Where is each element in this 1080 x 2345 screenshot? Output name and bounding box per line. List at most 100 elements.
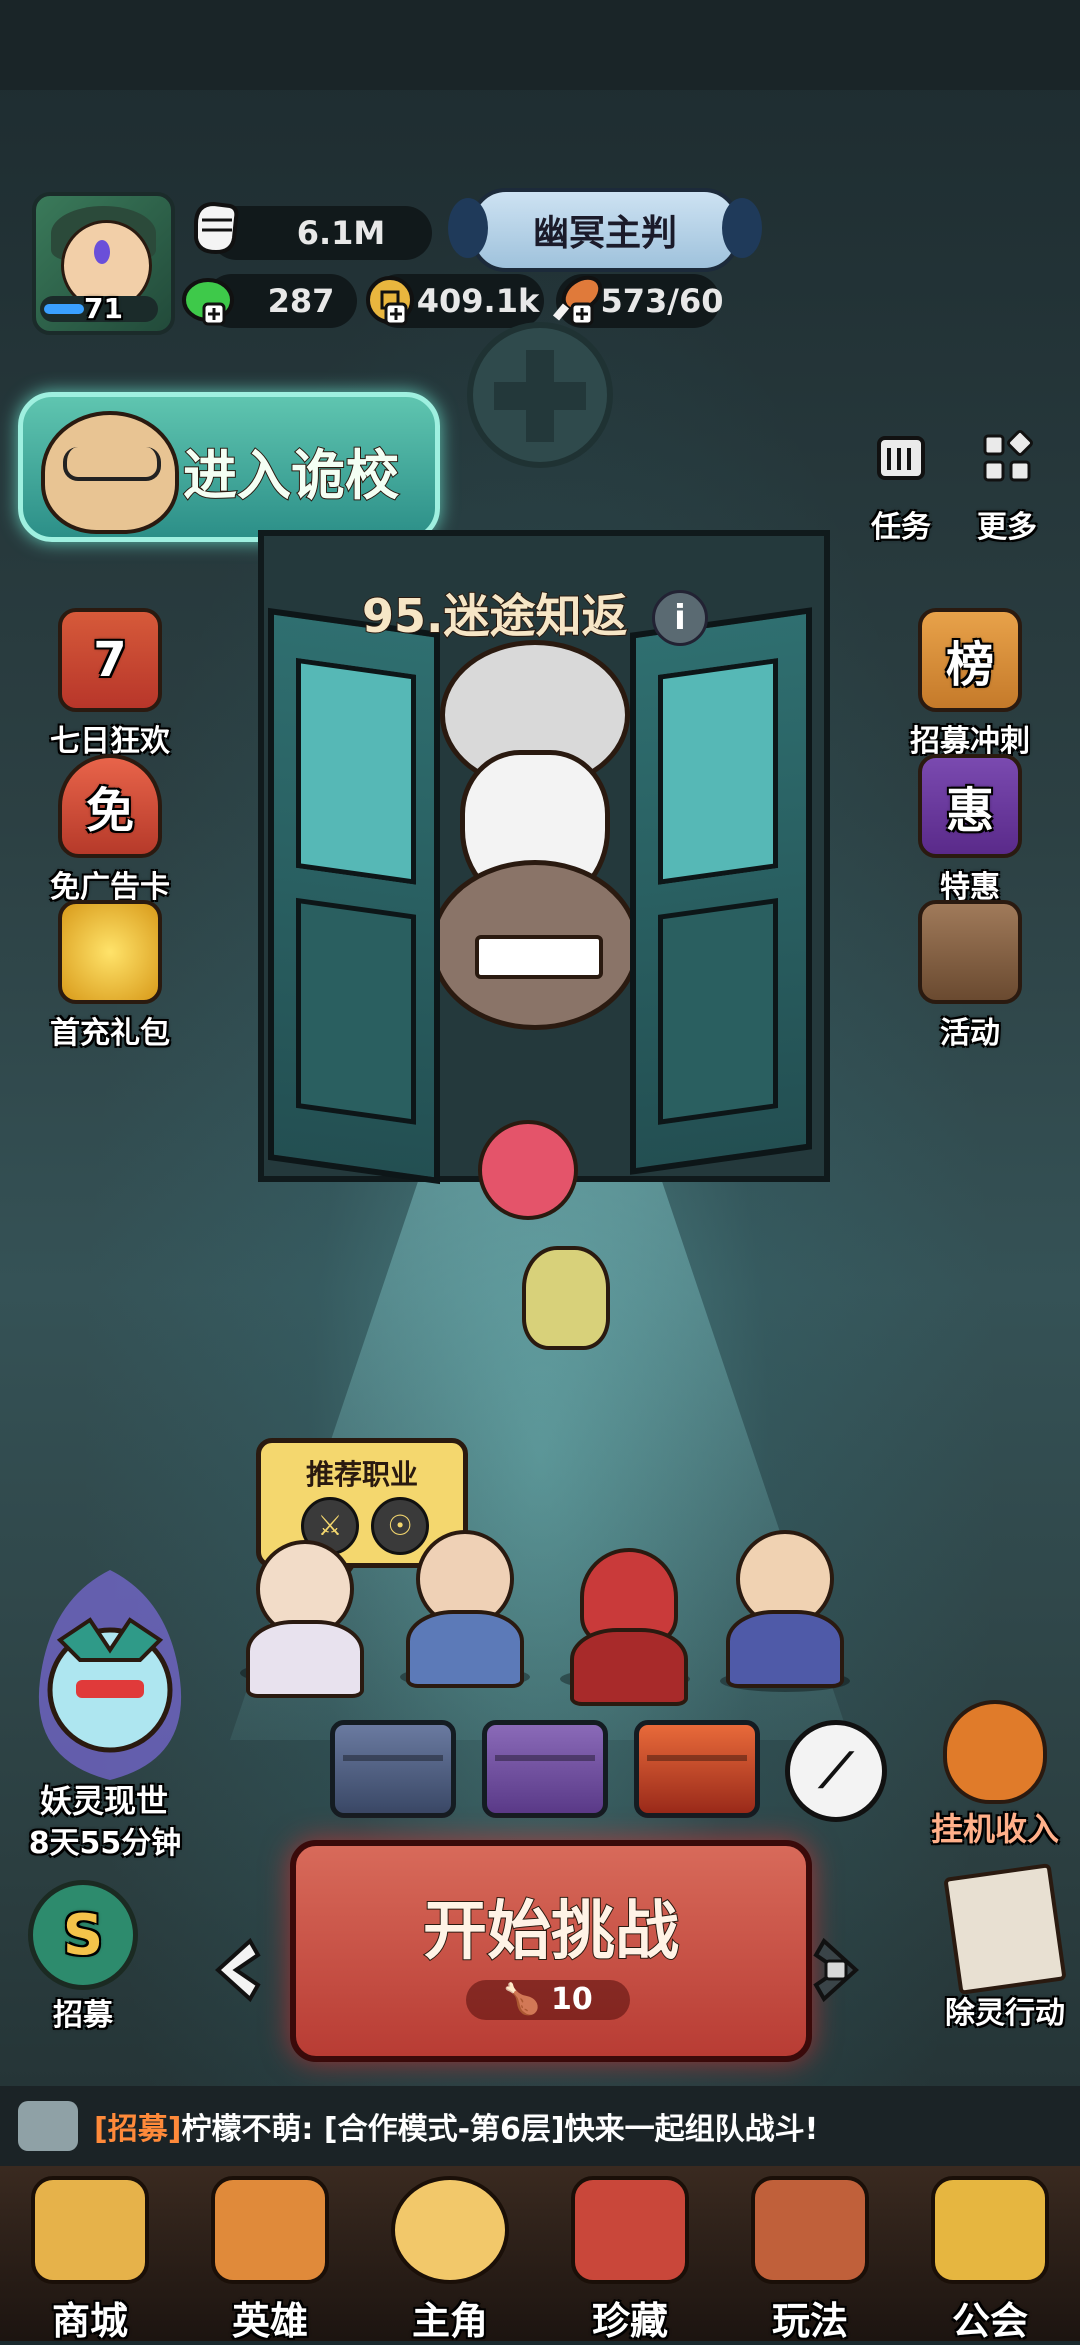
more-button[interactable]: 更多: [962, 428, 1052, 546]
activity-label: 活动: [940, 1016, 1000, 1051]
nav-guild-label: 公会: [951, 2299, 1028, 2343]
hero-scroll-icon: [211, 2176, 329, 2284]
power-pill: 6.1M: [210, 206, 432, 260]
rabbit-monster: [430, 860, 640, 1030]
stamina-cost: 🍗 10: [466, 1980, 630, 2020]
goblin-minion: [522, 1246, 610, 1350]
enter-school-button[interactable]: 进入诡校: [18, 392, 440, 542]
lucky-cat-icon: [31, 2176, 149, 2284]
chat-ticker[interactable]: [招募] 柠檬不萌: [合作模式-第6层]快来一起组队战斗!: [0, 2086, 1080, 2166]
chest-slot-2[interactable]: [482, 1720, 608, 1818]
level-progress-bar: [44, 304, 84, 314]
coin-plus-icon[interactable]: [362, 270, 424, 332]
calendar-icon: 7: [58, 608, 162, 712]
nav-protagonist-label: 主角: [411, 2299, 488, 2343]
nav-shop-label: 商城: [51, 2299, 128, 2343]
auto-battle-toggle[interactable]: ⟋: [785, 1720, 887, 1822]
nav-guild[interactable]: 公会: [915, 2176, 1065, 2345]
stamina-value: 573/60: [600, 282, 724, 320]
stage-name: 95.迷途知返: [361, 588, 628, 644]
nav-protagonist[interactable]: 主角: [375, 2176, 525, 2345]
door-panel: [296, 897, 416, 1125]
recommended-role-title: 推荐职业: [305, 1458, 418, 1491]
seven-day-event-button[interactable]: 7 七日狂欢: [40, 608, 180, 760]
enter-school-label: 进入诡校: [182, 443, 400, 508]
event-countdown: 8天55分钟: [28, 1826, 182, 1861]
arrow-left-icon[interactable]: [210, 1935, 266, 2005]
coin-value: 409.1k: [416, 282, 540, 320]
bottom-nav: 商城 英雄 主角 珍藏 玩法 公会: [0, 2166, 1080, 2343]
offer-tag-icon: 惠: [918, 754, 1022, 858]
nav-heroes[interactable]: 英雄: [195, 2176, 345, 2345]
clown-minion: [478, 1120, 578, 1220]
gramophone-icon: [931, 2176, 1049, 2284]
yaoling-event-icon[interactable]: [20, 1560, 200, 1790]
stage-boss[interactable]: [420, 640, 640, 1030]
hero-slot-2[interactable]: [396, 1530, 526, 1688]
recruit-scroll-icon: S: [28, 1880, 138, 1990]
gift-hammer-icon: [58, 900, 162, 1004]
rank-title-badge: 幽冥主判: [448, 188, 762, 272]
recruit-glyph: S: [62, 1902, 104, 1968]
tasks-button[interactable]: 任务: [856, 428, 946, 546]
cross-ornament-icon: [467, 322, 613, 468]
ad-free-card-button[interactable]: 免 免广告卡: [40, 754, 180, 906]
idle-income-label: 挂机收入: [930, 1810, 1059, 1848]
ranking-board-icon: 榜: [918, 608, 1022, 712]
activity-glyph: [922, 904, 1018, 1000]
nav-gameplay[interactable]: 玩法: [735, 2176, 885, 2345]
status-bar-area: [0, 0, 1080, 90]
activity-button[interactable]: 活动: [900, 900, 1040, 1052]
exorcise-button[interactable]: 除灵行动: [930, 1863, 1080, 2032]
start-challenge-button[interactable]: 开始挑战 🍗 10: [290, 1840, 812, 2062]
hero-slot-4[interactable]: [716, 1530, 846, 1688]
hero-body: [570, 1628, 688, 1706]
special-offer-button[interactable]: 惠 特惠: [900, 754, 1040, 906]
stamina-cost-value: 10: [551, 1982, 593, 2017]
hero-slot-3[interactable]: [560, 1548, 690, 1706]
event-name: 妖灵现世: [39, 1782, 168, 1820]
exorcise-label: 除灵行动: [945, 1996, 1065, 2031]
cat-mascot-icon: [41, 411, 179, 534]
left-door: [268, 607, 440, 1185]
first-charge-pack-button[interactable]: 首充礼包: [40, 900, 180, 1052]
grid-more-icon: [983, 430, 1033, 482]
player-level: 71: [84, 292, 123, 325]
drumstick-icon: 🍗: [503, 1982, 541, 2017]
right-door: [630, 607, 812, 1175]
door-panel: [296, 657, 416, 885]
hero-slot-1[interactable]: [236, 1540, 366, 1698]
idle-income-button[interactable]: 挂机收入: [930, 1700, 1060, 1850]
door-panel: [658, 657, 778, 885]
fist-icon: [194, 201, 239, 255]
gourd-bag-icon: [943, 1700, 1047, 1804]
first-charge-glyph: [62, 904, 158, 1000]
nav-shop[interactable]: 商城: [15, 2176, 165, 2345]
nav-heroes-label: 英雄: [231, 2299, 308, 2343]
chest-slot-1[interactable]: [330, 1720, 456, 1818]
door-panel: [658, 897, 778, 1125]
calendar-glyph: 7: [93, 632, 127, 688]
jade-value: 287: [267, 282, 335, 320]
treasure-icon: [571, 2176, 689, 2284]
chest-slot-3[interactable]: [634, 1720, 760, 1818]
chat-message: 柠檬不萌: [合作模式-第6层]快来一起组队战斗!: [181, 2112, 819, 2147]
locked-arrow-right-icon[interactable]: [808, 1935, 864, 2005]
start-challenge-label: 开始挑战: [422, 1894, 680, 1970]
avatar-gem: [94, 240, 110, 264]
recruit-sprint-button[interactable]: 榜 招募冲刺: [900, 608, 1040, 760]
chat-bubble-icon: [18, 2101, 78, 2151]
jade-plus-icon[interactable]: [180, 270, 242, 332]
recruit-button[interactable]: S 招募: [18, 1880, 148, 2034]
talisman-cards-icon: [943, 1863, 1067, 1995]
offer-glyph: 惠: [945, 783, 994, 839]
nav-collection-label: 珍藏: [591, 2299, 668, 2343]
hero-body: [406, 1610, 524, 1688]
chat-tag: [招募]: [94, 2112, 182, 2147]
ad-free-shield-icon: 免: [58, 754, 162, 858]
ranking-glyph: 榜: [945, 637, 994, 693]
recruit-label: 招募: [53, 1998, 113, 2033]
treasure-chest-icon: [918, 900, 1022, 1004]
stage-info-button[interactable]: i: [652, 590, 708, 646]
nav-collection[interactable]: 珍藏: [555, 2176, 705, 2345]
